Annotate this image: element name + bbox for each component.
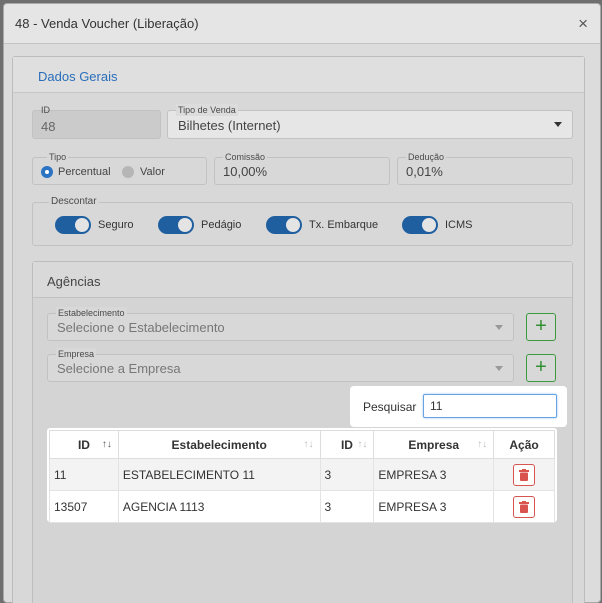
add-estabelecimento-button[interactable]: + <box>526 313 556 341</box>
toggle-pedagio-label: Pedágio <box>201 219 242 231</box>
toggle-pedagio[interactable] <box>158 216 194 234</box>
toggle-tx-embarque[interactable] <box>266 216 302 234</box>
empresa-select[interactable]: Empresa Selecione a Empresa <box>47 348 514 382</box>
col-header-id[interactable]: ID ↑↓ <box>49 430 119 459</box>
table-row: 13507 AGENCIA 1113 3 EMPRESA 3 <box>49 490 555 523</box>
radio-percentual-label: Percentual <box>58 166 111 178</box>
id-value: 48 <box>41 119 56 134</box>
close-icon[interactable]: × <box>578 14 588 34</box>
trash-icon <box>519 500 530 513</box>
comissao-field[interactable]: Comissão 10,00% <box>214 151 390 185</box>
deducao-value: 0,01% <box>406 164 443 179</box>
add-empresa-button[interactable]: + <box>526 354 556 382</box>
toggle-icms[interactable] <box>402 216 438 234</box>
radio-valor[interactable] <box>122 166 134 178</box>
delete-button[interactable] <box>513 463 536 486</box>
agencias-table-wrap: ID ↑↓ Estabelecimento ↑↓ ID ↑↓ Empresa ↑↓ Aç… <box>47 428 557 523</box>
cell-estabelecimento: ESTABELECIMENTO 11 <box>117 458 321 491</box>
tipo-label: Tipo <box>47 151 69 163</box>
table-header-row: ID ↑↓ Estabelecimento ↑↓ ID ↑↓ Empresa ↑↓ Aç… <box>49 430 555 459</box>
id-field: ID 48 <box>32 105 161 139</box>
modal-title: 48 - Venda Voucher (Liberação) <box>15 16 199 31</box>
agencias-header: Agências <box>33 262 572 298</box>
dados-gerais-title: Dados Gerais <box>38 69 118 84</box>
empresa-placeholder: Selecione a Empresa <box>57 361 181 376</box>
cell-id: 13507 <box>49 490 119 523</box>
sort-icon: ↑↓ <box>477 439 488 450</box>
chevron-down-icon <box>495 366 503 371</box>
estabelecimento-label: Estabelecimento <box>56 307 127 319</box>
cell-estabelecimento: AGENCIA 1113 <box>117 490 321 523</box>
tipo-venda-label: Tipo de Venda <box>176 104 238 116</box>
dados-gerais-header: Dados Gerais <box>13 57 584 93</box>
agencias-table: ID ↑↓ Estabelecimento ↑↓ ID ↑↓ Empresa ↑↓ Aç… <box>49 430 555 523</box>
col-header-id-empresa[interactable]: ID ↑↓ <box>319 430 375 459</box>
empresa-label: Empresa <box>56 348 97 360</box>
col-header-estabelecimento[interactable]: Estabelecimento ↑↓ <box>117 430 321 459</box>
cell-id: 11 <box>49 458 119 491</box>
cell-empresa: EMPRESA 3 <box>373 458 495 491</box>
deducao-field[interactable]: Dedução 0,01% <box>397 151 573 185</box>
comissao-value: 10,00% <box>223 164 268 179</box>
modal-header: 48 - Venda Voucher (Liberação) × <box>4 4 600 44</box>
chevron-down-icon <box>495 325 503 330</box>
agencias-title: Agências <box>47 274 101 289</box>
comissao-label: Comissão <box>223 151 268 163</box>
toggle-tx-embarque-label: Tx. Embarque <box>309 219 379 231</box>
col-header-empresa[interactable]: Empresa ↑↓ <box>373 430 495 459</box>
estabelecimento-placeholder: Selecione o Estabelecimento <box>57 320 225 335</box>
col-header-acao: Ação <box>493 430 555 459</box>
cell-acao <box>493 458 555 491</box>
table-row: 11 ESTABELECIMENTO 11 3 EMPRESA 3 <box>49 458 555 491</box>
estabelecimento-select[interactable]: Estabelecimento Selecione o Estabelecime… <box>47 307 514 341</box>
search-input[interactable] <box>423 394 557 418</box>
deducao-label: Dedução <box>406 151 447 163</box>
tipo-venda-value: Bilhetes (Internet) <box>178 118 281 133</box>
search-label: Pesquisar <box>363 400 417 414</box>
chevron-down-icon <box>554 122 562 127</box>
sort-icon: ↑↓ <box>303 439 314 450</box>
descontar-group: Descontar Seguro Pedágio Tx. Embarque IC… <box>32 196 573 246</box>
tipo-venda-select[interactable]: Tipo de Venda Bilhetes (Internet) <box>167 104 573 139</box>
trash-icon <box>519 468 530 481</box>
cell-empresa-id: 3 <box>319 490 375 523</box>
toggle-seguro[interactable] <box>55 216 91 234</box>
id-label: ID <box>41 105 50 115</box>
descontar-label: Descontar <box>49 196 99 208</box>
sort-icon: ↑↓ <box>357 439 368 450</box>
delete-button[interactable] <box>513 495 536 518</box>
cell-empresa: EMPRESA 3 <box>373 490 495 523</box>
tipo-radio-group: Tipo Percentual Valor <box>32 151 207 185</box>
search-box: Pesquisar <box>350 386 567 427</box>
sort-icon: ↑↓ <box>101 439 112 450</box>
toggle-icms-label: ICMS <box>445 219 473 231</box>
toggle-seguro-label: Seguro <box>98 219 134 231</box>
radio-percentual[interactable] <box>41 166 53 178</box>
cell-acao <box>493 490 555 523</box>
radio-valor-label: Valor <box>140 166 165 178</box>
cell-empresa-id: 3 <box>319 458 375 491</box>
